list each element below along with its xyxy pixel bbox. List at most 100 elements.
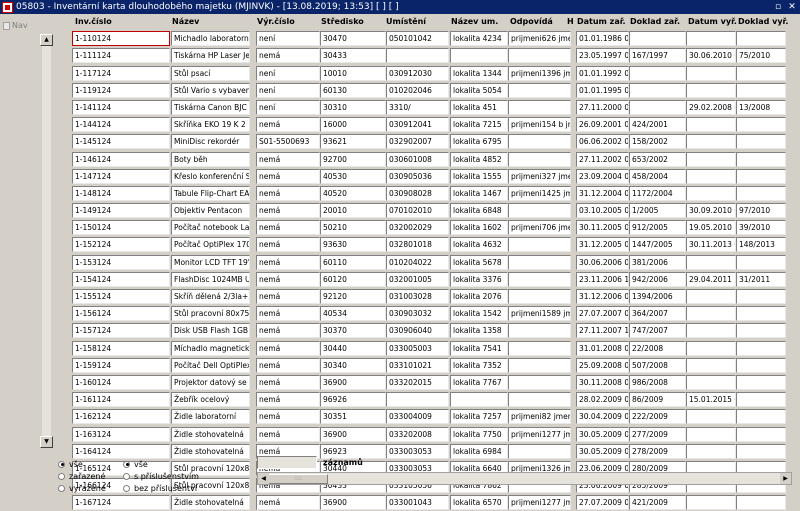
cell-inv-cislo[interactable]: 1-119124 <box>72 82 170 98</box>
cell-doklad-vyr[interactable] <box>736 31 786 47</box>
cell-nazev-um[interactable] <box>450 392 508 408</box>
cell-datum-zar[interactable]: 27.11.2000 0 <box>576 99 629 115</box>
cell-odpovida[interactable] <box>508 48 571 64</box>
cell-datum-zar[interactable]: 27.11.2002 0 <box>576 151 629 167</box>
horizontal-scrollbar[interactable]: :::: ◀ ▶ <box>257 472 792 485</box>
cell-vyr-cislo[interactable]: není <box>256 31 320 47</box>
cell-stredisko[interactable]: 30470 <box>320 31 386 47</box>
cell-nazev-um[interactable]: lokalita 6570 <box>450 495 508 511</box>
cell-datum-vyr[interactable] <box>686 117 736 133</box>
cell-inv-cislo[interactable]: 1-158124 <box>72 340 170 356</box>
cell-doklad-zar[interactable]: 167/1997 <box>629 48 686 64</box>
cell-doklad-vyr[interactable] <box>736 168 786 184</box>
cell-datum-vyr[interactable] <box>686 289 736 304</box>
cell-nazev[interactable]: Disk USB Flash 1GB <box>171 323 250 339</box>
cell-umisteni[interactable]: 030906040 <box>386 323 449 339</box>
cell-umisteni[interactable]: 033202008 <box>386 426 449 442</box>
cell-nazev-um[interactable]: lokalita 1358 <box>450 323 508 339</box>
cell-vyr-cislo[interactable]: nemá <box>256 117 320 133</box>
restore-icon[interactable]: ▫ <box>772 2 784 12</box>
cell-nazev[interactable]: Tiskárna HP Laser Je <box>171 48 250 64</box>
table-row[interactable]: 1-152124 Počítač OptiPlex 170 nemá 93630 032… <box>70 236 800 253</box>
cell-doklad-zar[interactable]: 986/2008 <box>629 374 686 390</box>
cell-inv-cislo[interactable]: 1-141124 <box>72 99 170 115</box>
cell-doklad-zar[interactable]: 747/2007 <box>629 323 686 339</box>
cell-datum-vyr[interactable]: 30.06.2010 0 <box>686 48 736 64</box>
cell-nazev-um[interactable]: lokalita 7257 <box>450 409 508 425</box>
cell-datum-vyr[interactable] <box>686 340 736 356</box>
cell-nazev-um[interactable]: lokalita 1555 <box>450 168 508 184</box>
cell-inv-cislo[interactable]: 1-155124 <box>72 289 170 304</box>
table-row[interactable]: 1-155124 Skříň dělená 2/3la+3/nemá 92120 03… <box>70 288 800 305</box>
cell-doklad-zar[interactable]: 1447/2005 <box>629 237 686 253</box>
cell-vyr-cislo[interactable]: nemá <box>256 271 320 287</box>
cell-odpovida[interactable]: prijmeni327 jmer <box>508 168 571 184</box>
cell-datum-vyr[interactable]: 29.04.2011 1 <box>686 271 736 287</box>
table-row[interactable]: 1-158124 Míchadlo magnetické nemá 30440 0330… <box>70 340 800 357</box>
cell-umisteni[interactable]: 030912041 <box>386 117 449 133</box>
cell-datum-vyr[interactable] <box>686 254 736 270</box>
cell-odpovida[interactable] <box>508 203 571 219</box>
cell-nazev[interactable]: Židle stohovatelná <box>171 443 250 459</box>
cell-stredisko[interactable]: 60120 <box>320 271 386 287</box>
col-stredisko[interactable]: Středisko <box>321 13 364 30</box>
cell-doklad-zar[interactable]: 653/2002 <box>629 151 686 167</box>
cell-doklad-vyr[interactable] <box>736 185 786 201</box>
status-filter-option[interactable]: vše <box>58 458 106 470</box>
cell-stredisko[interactable]: 40520 <box>320 185 386 201</box>
cell-datum-zar[interactable]: 28.02.2009 0 <box>576 392 629 408</box>
cell-nazev[interactable]: Židle stohovatelná <box>171 495 250 511</box>
cell-vyr-cislo[interactable]: není <box>256 99 320 115</box>
cell-nazev[interactable]: Tabule Flip-Chart EA <box>171 185 250 201</box>
cell-doklad-zar[interactable]: 1/2005 <box>629 203 686 219</box>
cell-inv-cislo[interactable]: 1-147124 <box>72 168 170 184</box>
table-row[interactable]: 1-111124 Tiskárna HP Laser Je nemá 30433 23.… <box>70 47 800 64</box>
cell-doklad-vyr[interactable] <box>736 357 786 373</box>
cell-odpovida[interactable]: prijmeni1589 jme <box>508 306 571 322</box>
cell-nazev[interactable]: Počítač Dell OptiPlex <box>171 357 250 373</box>
cell-odpovida[interactable] <box>508 151 571 167</box>
col-nazev-um[interactable]: Název um. <box>451 13 498 30</box>
cell-vyr-cislo[interactable]: nemá <box>256 185 320 201</box>
cell-doklad-vyr[interactable]: 13/2008 <box>736 99 786 115</box>
table-row[interactable]: 1-153124 Monitor LCD TFT 19" nemá 60110 0102… <box>70 254 800 271</box>
table-row[interactable]: 1-119124 Stůl Vario s vybaven není 60130 010… <box>70 82 800 99</box>
cell-doklad-zar[interactable]: 278/2009 <box>629 443 686 459</box>
cell-nazev-um[interactable]: lokalita 6848 <box>450 203 508 219</box>
table-row[interactable]: 1-148124 Tabule Flip-Chart EA nemá 40520 030… <box>70 185 800 202</box>
cell-nazev[interactable]: Židle laboratorní <box>171 409 250 425</box>
cell-datum-vyr[interactable]: 15.01.2015 0 <box>686 392 736 408</box>
cell-odpovida[interactable] <box>508 237 571 253</box>
cell-doklad-vyr[interactable] <box>736 306 786 322</box>
cell-inv-cislo[interactable]: 1-144124 <box>72 117 170 133</box>
status-filter-option[interactable]: vyřazené <box>58 482 106 494</box>
cell-doklad-vyr[interactable] <box>736 443 786 459</box>
cell-datum-vyr[interactable] <box>686 151 736 167</box>
cell-stredisko[interactable]: 40534 <box>320 306 386 322</box>
cell-datum-zar[interactable]: 30.06.2006 0 <box>576 254 629 270</box>
scroll-track[interactable] <box>42 46 51 436</box>
cell-umisteni[interactable] <box>386 48 449 64</box>
cell-nazev[interactable]: Michadlo laboratorní <box>171 31 250 47</box>
table-row[interactable]: 1-162124 Židle laboratorní nemá 30351 033004… <box>70 408 800 425</box>
cell-stredisko[interactable]: 96926 <box>320 392 386 408</box>
cell-vyr-cislo[interactable]: S01-5500693 <box>256 134 320 150</box>
cell-inv-cislo[interactable]: 1-163124 <box>72 426 170 442</box>
cell-inv-cislo[interactable]: 1-156124 <box>72 306 170 322</box>
cell-umisteni[interactable]: 030903032 <box>386 306 449 322</box>
cell-nazev[interactable]: Projektor datový se s <box>171 374 250 390</box>
cell-inv-cislo[interactable]: 1-159124 <box>72 357 170 373</box>
table-row[interactable]: 1-146124 Boty běh nemá 92700 030601008 lokali… <box>70 151 800 168</box>
cell-inv-cislo[interactable]: 1-164124 <box>72 443 170 459</box>
cell-datum-vyr[interactable] <box>686 306 736 322</box>
cell-umisteni[interactable]: 030905036 <box>386 168 449 184</box>
cell-nazev[interactable]: Počítač OptiPlex 170 <box>171 237 250 253</box>
cell-stredisko[interactable]: 40530 <box>320 168 386 184</box>
cell-odpovida[interactable]: prijmeni154 b jm <box>508 117 571 133</box>
cell-doklad-vyr[interactable]: 31/2011 <box>736 271 786 287</box>
table-row[interactable]: 1-154124 FlashDisc 1024MB U nemá 60120 03200… <box>70 271 800 288</box>
cell-datum-vyr[interactable] <box>686 374 736 390</box>
table-row[interactable]: 1-163124 Židle stohovatelná nemá 36900 03320… <box>70 426 800 443</box>
cell-odpovida[interactable] <box>508 254 571 270</box>
cell-odpovida[interactable] <box>508 82 571 98</box>
